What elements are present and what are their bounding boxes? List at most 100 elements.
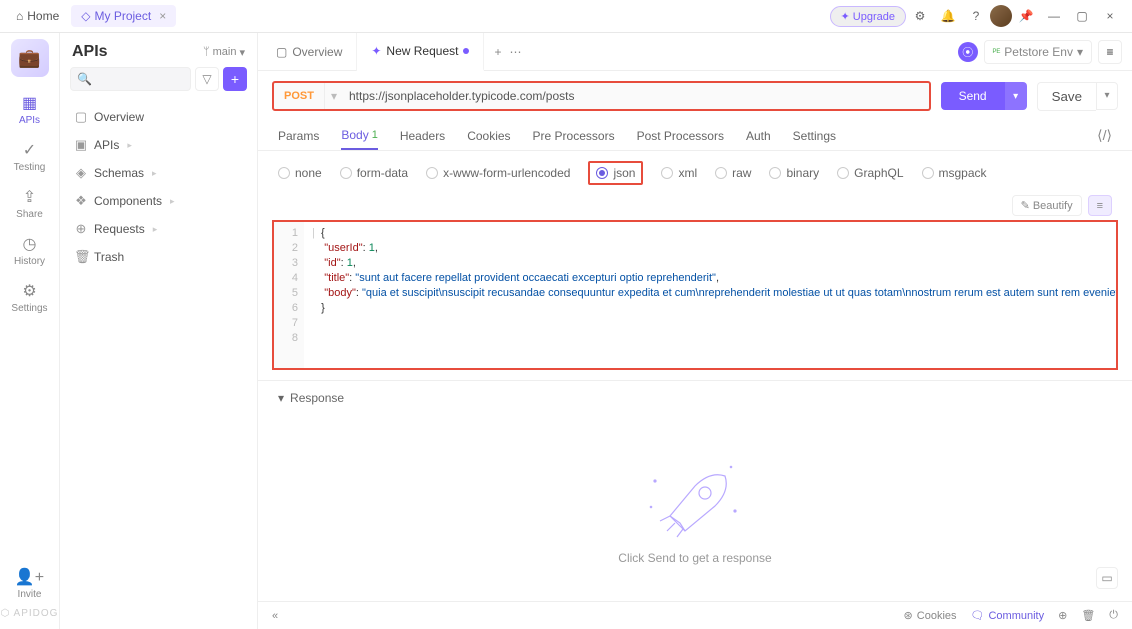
pin-icon[interactable]: 📌 (1012, 2, 1040, 30)
rocket-icon (635, 451, 755, 541)
help-icon[interactable]: ? (962, 2, 990, 30)
sparkle-icon: ✦ (371, 44, 381, 58)
filter-button[interactable]: ▽ (195, 67, 219, 91)
avatar[interactable] (990, 5, 1012, 27)
tab-menu-button[interactable]: ⋯ (509, 45, 521, 59)
rail-apis[interactable]: ▦APIs (5, 87, 55, 132)
bodytype-none[interactable]: none (278, 166, 322, 180)
response-header[interactable]: ▾ Response (258, 380, 1132, 415)
subtab-auth[interactable]: Auth (746, 121, 771, 150)
subtab-body[interactable]: Body1 (341, 121, 377, 150)
send-dropdown-button[interactable]: ▾ (1005, 82, 1027, 110)
tab-new-request[interactable]: ✦New Request (357, 33, 484, 71)
collapse-sidebar-button[interactable]: « (272, 610, 278, 622)
close-icon[interactable]: × (159, 9, 166, 23)
filter-icon: ▽ (202, 72, 211, 86)
project-logo[interactable]: 💼 (11, 39, 49, 77)
chevron-down-icon: ▾ (1077, 45, 1083, 59)
testing-icon: ✓ (23, 140, 36, 160)
tree-apis[interactable]: ▣APIs▸ (60, 131, 257, 159)
subtab-post[interactable]: Post Processors (637, 121, 724, 150)
bodytype-urlenc[interactable]: x-www-form-urlencoded (426, 166, 570, 180)
bodytype-form[interactable]: form-data (340, 166, 408, 180)
sparkle-icon: ✦ (841, 11, 850, 23)
community-icon: 🗨 (971, 609, 985, 622)
upgrade-button[interactable]: ✦ Upgrade (830, 6, 906, 27)
env-menu-button[interactable]: ≡ (1098, 40, 1122, 64)
subtab-headers[interactable]: Headers (400, 121, 445, 150)
subtab-settings[interactable]: Settings (793, 121, 836, 150)
share-icon: ⇪ (23, 187, 36, 207)
footer-community[interactable]: 🗨Community (971, 609, 1045, 622)
rail-testing[interactable]: ✓Testing (5, 134, 55, 179)
tab-overview[interactable]: ▢Overview (262, 33, 357, 71)
bodytype-raw[interactable]: raw (715, 166, 751, 180)
maximize-icon[interactable]: ▢ (1068, 2, 1096, 30)
save-button[interactable]: Save (1037, 82, 1096, 111)
code-content[interactable]: | { "userId": 1, "id": 1, "title": "sunt… (304, 222, 1116, 368)
rail-invite[interactable]: 👤+Invite (5, 561, 55, 606)
add-button[interactable]: + (223, 67, 247, 91)
footer-power-icon[interactable]: ⏻ (1109, 609, 1118, 622)
bodytype-xml[interactable]: xml (661, 166, 697, 180)
editor-settings-button[interactable]: ≡ (1088, 195, 1112, 216)
subtab-params[interactable]: Params (278, 121, 319, 150)
env-badge[interactable]: ⦿ (958, 42, 978, 62)
project-icon: ◇ (81, 9, 90, 23)
home-tab[interactable]: ⌂ Home (8, 5, 67, 27)
search-icon: 🔍 (77, 72, 92, 86)
beautify-button[interactable]: ✎Beautify (1012, 195, 1082, 216)
cookie-icon: ⊛ (904, 609, 913, 622)
project-tab[interactable]: ◇ My Project × (71, 5, 176, 27)
response-empty-text: Click Send to get a response (618, 551, 771, 565)
overview-icon: ▢ (276, 45, 287, 59)
rail-settings[interactable]: ⚙Settings (5, 275, 55, 320)
expand-response-button[interactable]: ▭ (1096, 567, 1118, 589)
branch-icon: ᛘ (203, 46, 210, 58)
rail-share[interactable]: ⇪Share (5, 181, 55, 226)
unsaved-dot-icon (463, 48, 469, 54)
bodytype-graphql[interactable]: GraphQL (837, 166, 903, 180)
chevron-down-icon: ▾ (278, 391, 284, 405)
title-bar: ⌂ Home ◇ My Project × ✦ Upgrade ⚙ 🔔 ? 📌 … (0, 0, 1132, 33)
caret-icon: ▸ (127, 140, 132, 151)
close-window-icon[interactable]: × (1096, 2, 1124, 30)
search-input[interactable]: 🔍 (70, 67, 191, 91)
url-input[interactable] (343, 89, 929, 103)
rail-history[interactable]: ◷History (5, 228, 55, 273)
footer-trash-icon[interactable]: 🗑 (1081, 609, 1095, 622)
code-icon[interactable]: ⟨/⟩ (1097, 127, 1112, 144)
tree-requests[interactable]: ⊕Requests▸ (60, 215, 257, 243)
bodytype-json[interactable]: json (588, 161, 643, 185)
home-label: Home (27, 9, 59, 23)
footer-add-icon[interactable]: ⊕ (1058, 609, 1067, 622)
tree-components[interactable]: ❖Components▸ (60, 187, 257, 215)
send-button[interactable]: Send (941, 82, 1005, 110)
new-tab-button[interactable]: + (494, 45, 501, 59)
caret-icon: ▸ (153, 224, 158, 235)
subtab-pre[interactable]: Pre Processors (533, 121, 615, 150)
url-row: POST ▾ Send ▾ Save ▾ (258, 71, 1132, 121)
json-editor[interactable]: 12345678 | { "userId": 1, "id": 1, "titl… (272, 220, 1118, 370)
history-icon: ◷ (23, 234, 37, 254)
minimize-icon[interactable]: — (1040, 2, 1068, 30)
gear-icon[interactable]: ⚙ (906, 2, 934, 30)
tree-schemas[interactable]: ◈Schemas▸ (60, 159, 257, 187)
apis-icon: ▦ (22, 93, 37, 113)
bodytype-msgpack[interactable]: msgpack (922, 166, 987, 180)
sidebar-tree: ▢Overview ▣APIs▸ ◈Schemas▸ ❖Components▸ … (60, 99, 257, 275)
subtab-cookies[interactable]: Cookies (467, 121, 510, 150)
method-selector[interactable]: POST (274, 83, 325, 109)
tree-overview[interactable]: ▢Overview (60, 103, 257, 131)
wand-icon: ✎ (1021, 199, 1030, 212)
invite-icon: 👤+ (15, 567, 44, 587)
bodytype-binary[interactable]: binary (769, 166, 819, 180)
footer-cookies[interactable]: ⊛Cookies (904, 609, 957, 622)
settings-icon: ⚙ (22, 281, 36, 301)
save-dropdown-button[interactable]: ▾ (1096, 82, 1118, 110)
env-selector[interactable]: ᴾᴱPetstore Env▾ (984, 40, 1092, 64)
tree-trash[interactable]: 🗑Trash (60, 243, 257, 271)
chevron-down-icon[interactable]: ▾ (325, 89, 343, 103)
branch-selector[interactable]: ᛘ main ▾ (203, 46, 245, 59)
bell-icon[interactable]: 🔔 (934, 2, 962, 30)
